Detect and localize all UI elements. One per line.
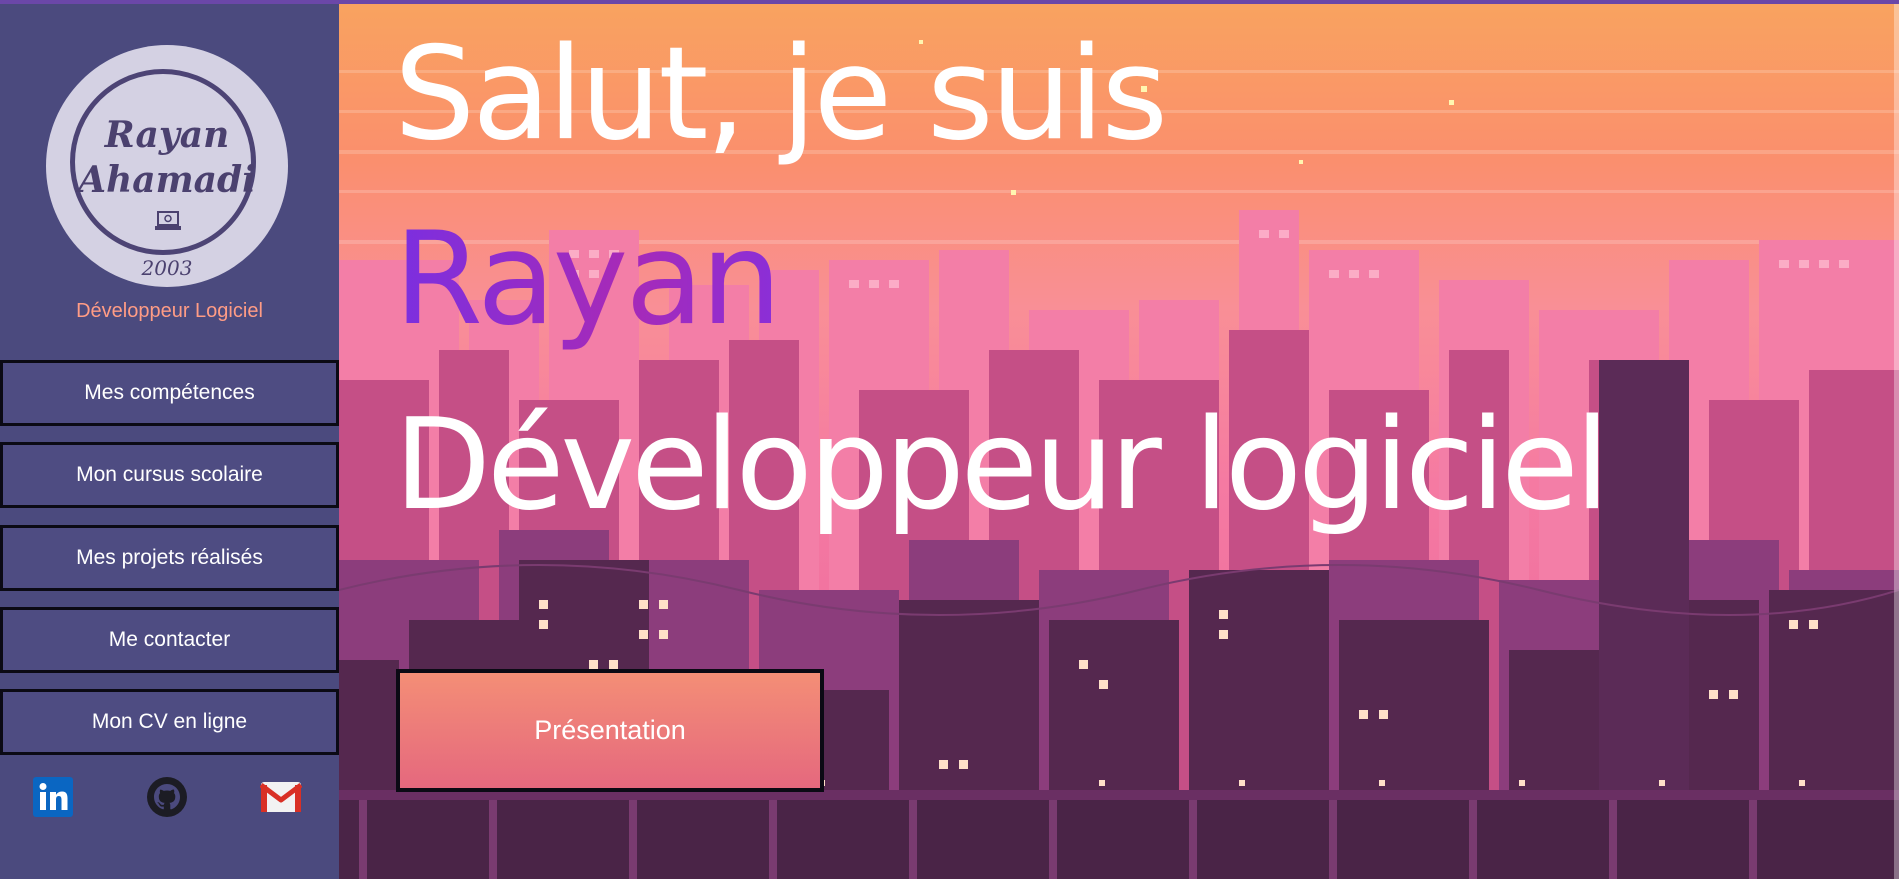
- github-link[interactable]: [146, 776, 188, 818]
- logo-year: 2003: [46, 256, 288, 280]
- sidebar: Rayan Ahamadi 2003 Développeur Logiciel …: [0, 0, 339, 879]
- presentation-button[interactable]: Présentation: [396, 669, 824, 792]
- logo-first-name: Rayan: [104, 114, 230, 156]
- nav-education-button[interactable]: Mon cursus scolaire: [0, 442, 339, 508]
- social-links: [0, 776, 339, 820]
- nav-cv-button[interactable]: Mon CV en ligne: [0, 689, 339, 755]
- gmail-link[interactable]: [260, 776, 302, 818]
- linkedin-icon: [33, 777, 73, 817]
- laptop-icon: [155, 211, 181, 230]
- logo-last-name: Ahamadi: [78, 159, 256, 201]
- nav-contact-button[interactable]: Me contacter: [0, 607, 339, 673]
- top-border: [0, 0, 1899, 4]
- role-subtitle: Développeur Logiciel: [76, 300, 263, 322]
- linkedin-link[interactable]: [32, 776, 74, 818]
- logo-badge[interactable]: Rayan Ahamadi 2003: [46, 45, 288, 287]
- hero-role: Développeur logiciel: [394, 391, 1610, 538]
- hero-name: Rayan: [394, 205, 782, 354]
- hero-section: Salut, je suis Rayan Développeur logicie…: [339, 0, 1899, 879]
- hero-greeting: Salut, je suis: [394, 20, 1168, 169]
- github-icon: [147, 777, 187, 817]
- scrollbar[interactable]: [1894, 0, 1899, 879]
- nav-skills-button[interactable]: Mes compétences: [0, 360, 339, 426]
- nav-projects-button[interactable]: Mes projets réalisés: [0, 525, 339, 591]
- gmail-icon: [260, 782, 302, 812]
